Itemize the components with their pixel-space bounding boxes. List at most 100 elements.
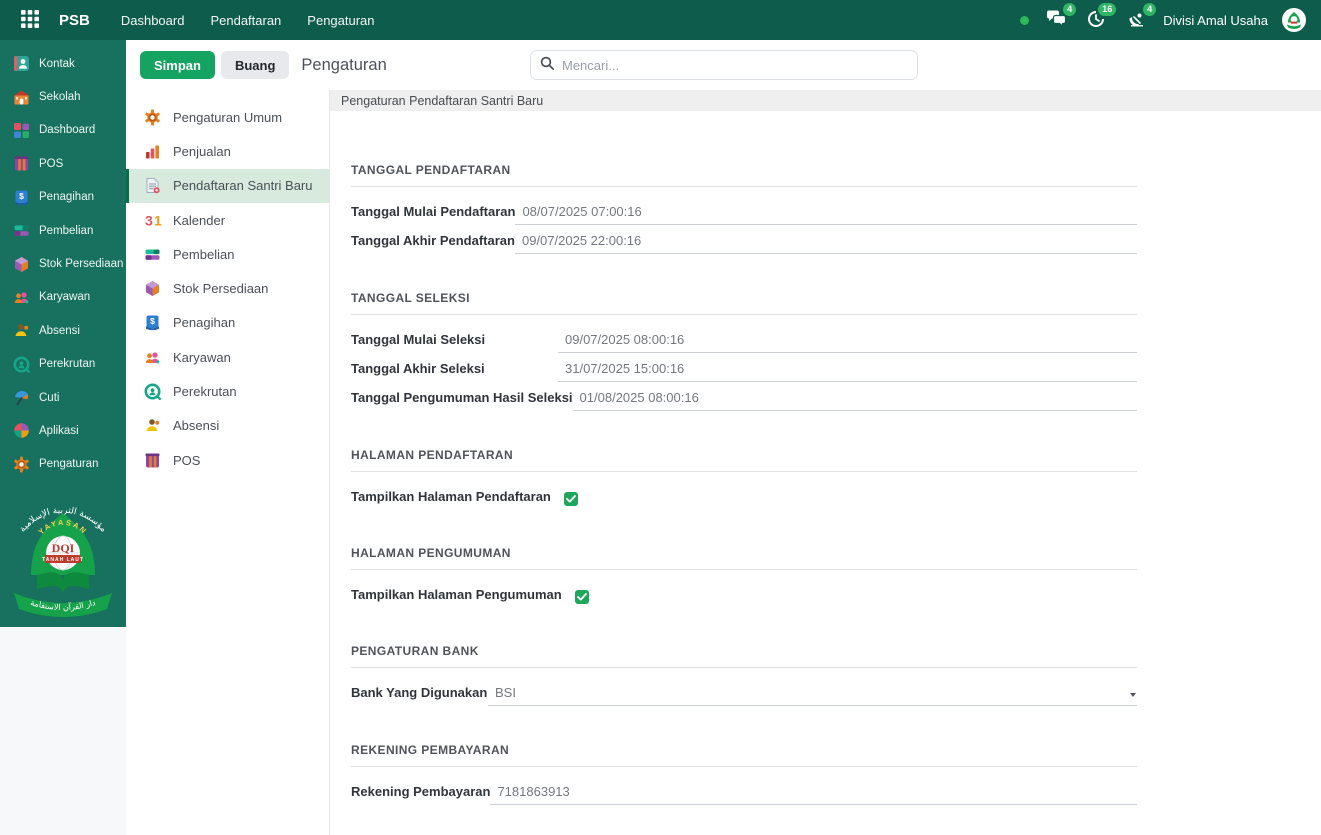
sidebar-item-karyawan[interactable]: Karyawan xyxy=(0,281,126,314)
navbar-systray: 4 16 4 Divisi Amal Usaha xyxy=(1020,3,1306,32)
apps-grid-icon xyxy=(21,9,39,31)
section-title: PENGATURAN BANK xyxy=(351,644,1137,668)
bank-yang-digunakan-input[interactable]: BSI xyxy=(488,685,1137,706)
discard-button[interactable]: Buang xyxy=(220,51,290,79)
search-input[interactable] xyxy=(562,57,908,73)
settings-nav-penjualan[interactable]: Penjualan xyxy=(126,134,329,168)
apps-menu-button[interactable] xyxy=(15,5,45,35)
field-row-tanggal-akhir-seleksi: Tanggal Akhir Seleksi 31/07/2025 15:00:16 xyxy=(351,353,1137,382)
sidebar-item-sekolah[interactable]: Sekolah xyxy=(0,80,126,113)
rekening-pembayaran-label: Rekening Pembayaran xyxy=(351,784,491,799)
tanggal-akhir-seleksi-label: Tanggal Akhir Seleksi xyxy=(351,361,485,376)
nav-menu-pengaturan[interactable]: Pengaturan xyxy=(296,8,385,33)
field-row-tampilkan-halaman-pendaftaran: Tampilkan Halaman Pendaftaran xyxy=(351,489,1137,509)
breadcrumb: Pengaturan xyxy=(301,55,387,74)
tanggal-pengumuman-hasil-seleksi-input[interactable]: 01/08/2025 08:00:16 xyxy=(572,390,1137,411)
tanggal-mulai-seleksi-input[interactable]: 09/07/2025 08:00:16 xyxy=(558,332,1137,353)
sidebar-item-stok-persediaan[interactable]: Stok Persediaan xyxy=(0,247,126,280)
timeoff-icon xyxy=(13,389,30,406)
top-navbar: PSB Dashboard Pendaftaran Pengaturan 4 16 xyxy=(0,0,1321,40)
activities-button[interactable]: 16 xyxy=(1083,3,1117,32)
section-rows: Tampilkan Halaman Pendaftaran xyxy=(351,489,1137,509)
sidebar-item-absensi[interactable]: Absensi xyxy=(0,314,126,347)
field-row-tampilkan-halaman-pengumuman: Tampilkan Halaman Pengumuman xyxy=(351,587,1137,607)
sidebar-item-label: Karyawan xyxy=(39,291,91,304)
settings-nav-karyawan[interactable]: Karyawan xyxy=(126,340,329,374)
calendar-31-icon: 31 xyxy=(144,212,162,229)
settings-nav-stok-persediaan[interactable]: Stok Persediaan xyxy=(126,271,329,305)
settings-nav-pembelian[interactable]: Pembelian xyxy=(126,237,329,271)
settings-nav-pengaturan-umum[interactable]: Pengaturan Umum xyxy=(126,100,329,134)
app-title: PSB xyxy=(59,11,90,29)
field-row-rekening-pembayaran: Rekening Pembayaran 7181863913 xyxy=(351,776,1137,805)
sidebar-item-pos[interactable]: POS xyxy=(0,147,126,180)
sidebar-item-kontak[interactable]: Kontak xyxy=(0,47,126,80)
sidebar-item-aplikasi[interactable]: Aplikasi xyxy=(0,414,126,447)
pos-icon xyxy=(13,155,30,172)
sidebar-item-label: Dashboard xyxy=(39,124,96,137)
inventory-icon xyxy=(144,280,161,297)
invoicing-icon: $ xyxy=(144,314,161,331)
sidebar-item-label: Sekolah xyxy=(39,91,81,104)
sidebar-item-dashboard[interactable]: Dashboard xyxy=(0,114,126,147)
tanggal-pengumuman-hasil-seleksi-label: Tanggal Pengumuman Hasil Seleksi xyxy=(351,390,573,405)
settings-nav-kalender[interactable]: 3 1 Kalender xyxy=(126,203,329,237)
section-halaman-pengumuman: HALAMAN PENGUMUMAN Tampilkan Halaman Peng… xyxy=(351,546,1137,607)
sidebar-item-label: Kontak xyxy=(39,57,75,70)
rekening-pembayaran-input[interactable]: 7181863913 xyxy=(490,784,1137,805)
settings-form: TANGGAL PENDAFTARAN Tanggal Mulai Pendaft… xyxy=(351,163,1137,835)
section-title: REKENING PEMBAYARAN xyxy=(351,743,1137,767)
sidebar-item-label: Stok Persediaan xyxy=(39,258,124,271)
sidebar-item-label: Cuti xyxy=(39,391,60,404)
tanggal-akhir-pendaftaran-input[interactable]: 09/07/2025 22:00:16 xyxy=(514,233,1137,254)
nav-menu-pendaftaran[interactable]: Pendaftaran xyxy=(199,8,292,33)
sidebar-item-pengaturan[interactable]: Pengaturan xyxy=(0,448,126,481)
user-avatar[interactable] xyxy=(1282,8,1306,32)
attendance-icon xyxy=(144,417,161,434)
settings-nav-pendaftaran-santri-baru[interactable]: Pendaftaran Santri Baru xyxy=(126,168,329,203)
settings-nav-label: Pendaftaran Santri Baru xyxy=(173,178,313,194)
user-name[interactable]: Divisi Amal Usaha xyxy=(1163,13,1268,28)
tanggal-akhir-seleksi-input[interactable]: 31/07/2025 15:00:16 xyxy=(558,361,1137,382)
section-title: TANGGAL SELEKSI xyxy=(351,291,1137,315)
dropdown-caret-icon xyxy=(1130,693,1136,697)
tanggal-mulai-seleksi-label: Tanggal Mulai Seleksi xyxy=(351,332,486,347)
sidebar-item-label: Absensi xyxy=(39,324,80,337)
settings-nav-absensi[interactable]: Absensi xyxy=(126,409,329,443)
navbar-menu: Dashboard Pendaftaran Pengaturan xyxy=(110,8,386,33)
sidebar-item-perekrutan[interactable]: Perekrutan xyxy=(0,348,126,381)
section-rows: Rekening Pembayaran 7181863913 xyxy=(351,776,1137,805)
recruitment-icon xyxy=(144,383,162,401)
sidebar-item-penagihan[interactable]: $ Penagihan xyxy=(0,181,126,214)
field-row-tanggal-mulai-pendaftaran: Tanggal Mulai Pendaftaran 08/07/2025 07:0… xyxy=(351,196,1137,225)
svg-text:TANAH LAUT: TANAH LAUT xyxy=(42,557,84,563)
field-row-bank-yang-digunakan: Bank Yang Digunakan BSI xyxy=(351,677,1137,706)
section-tanggal-pendaftaran: TANGGAL PENDAFTARAN Tanggal Mulai Pendaft… xyxy=(351,163,1137,254)
sidebar-item-cuti[interactable]: Cuti xyxy=(0,381,126,414)
psb-doc-icon xyxy=(144,177,161,194)
settings-nav: Pengaturan Umum Penjualan Pendaftaran Sant… xyxy=(126,90,330,835)
settings-nav-perekrutan[interactable]: Perekrutan xyxy=(126,374,329,408)
tampilkan-halaman-pengumuman-label: Tampilkan Halaman Pengumuman xyxy=(351,586,562,602)
field-row-tanggal-akhir-pendaftaran: Tanggal Akhir Pendaftaran 09/07/2025 22:0… xyxy=(351,225,1137,254)
employees-icon xyxy=(144,349,161,366)
tanggal-akhir-pendaftaran-label: Tanggal Akhir Pendaftaran xyxy=(351,233,515,248)
sidebar-item-label: Perekrutan xyxy=(39,358,96,371)
contacts-icon xyxy=(13,55,30,72)
tanggal-mulai-pendaftaran-input[interactable]: 08/07/2025 07:00:16 xyxy=(515,204,1137,225)
messages-button[interactable]: 4 xyxy=(1043,3,1077,32)
notifications-button[interactable]: 4 xyxy=(1123,3,1157,32)
settings-nav-pos[interactable]: POS xyxy=(126,443,329,477)
nav-menu-dashboard[interactable]: Dashboard xyxy=(110,8,196,33)
sidebar-item-pembelian[interactable]: Pembelian xyxy=(0,214,126,247)
tampilkan-halaman-pengumuman-checkbox[interactable] xyxy=(574,590,589,604)
settings-nav-label: Absensi xyxy=(173,418,220,434)
notifications-badge: 4 xyxy=(1143,3,1157,16)
navbar-left: PSB Dashboard Pendaftaran Pengaturan xyxy=(15,5,386,35)
settings-nav-penagihan[interactable]: $ Penagihan xyxy=(126,306,329,340)
pos-icon xyxy=(144,452,161,469)
bank-yang-digunakan-label: Bank Yang Digunakan xyxy=(351,685,488,700)
save-button[interactable]: Simpan xyxy=(140,51,215,79)
tampilkan-halaman-pendaftaran-checkbox[interactable] xyxy=(563,492,578,506)
settings-nav-label: Pengaturan Umum xyxy=(173,109,283,125)
